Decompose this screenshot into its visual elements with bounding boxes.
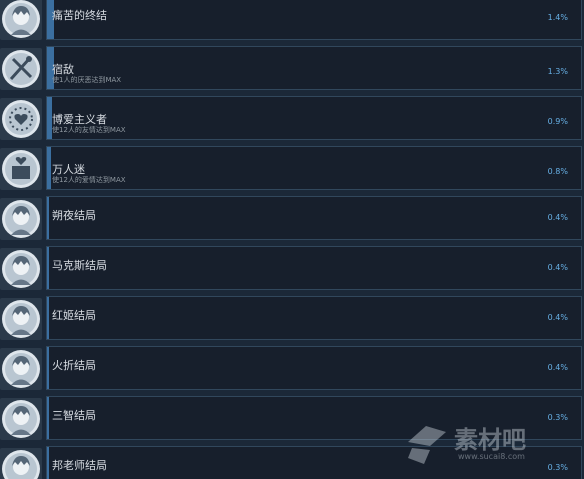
progress-bar: [47, 247, 50, 289]
achievement-card: 博爱主义者 使12人的友情达到MAX 0.9%: [46, 96, 582, 140]
anime-portrait-icon: [0, 0, 42, 40]
anime-portrait-icon: [0, 298, 42, 340]
achievement-percent: 0.4%: [547, 263, 568, 272]
achievement-percent: 0.4%: [547, 363, 568, 372]
achievement-percent: 0.3%: [547, 413, 568, 422]
anime-portrait-icon: [0, 198, 42, 240]
achievement-title: 痛苦的终结: [52, 9, 107, 22]
achievement-card: 万人迷 使12人的爱情达到MAX 0.8%: [46, 146, 582, 190]
achievement-title: 三智结局: [52, 409, 96, 422]
achievement-card: 三智结局 0.3%: [46, 396, 582, 440]
achievement-row: 火折结局 0.4%: [0, 346, 584, 396]
achievement-title: 火折结局: [52, 359, 96, 372]
achievement-card: 邦老师结局 0.3%: [46, 446, 582, 479]
achievement-row: 红姬结局 0.4%: [0, 296, 584, 346]
progress-bar: [47, 347, 50, 389]
achievement-title: 马克斯结局: [52, 259, 107, 272]
achievement-card: 朔夜结局 0.4%: [46, 196, 582, 240]
achievement-card: 红姬结局 0.4%: [46, 296, 582, 340]
achievement-title: 红姬结局: [52, 309, 96, 322]
achievement-card: 马克斯结局 0.4%: [46, 246, 582, 290]
achievement-card: 痛苦的终结 1.4%: [46, 0, 582, 40]
crossed-swords-icon: [0, 48, 42, 90]
anime-portrait-icon: [0, 248, 42, 290]
achievement-card: 火折结局 0.4%: [46, 346, 582, 390]
achievement-row: 三智结局 0.3%: [0, 396, 584, 446]
achievement-card: 宿敌 使1人的厌恶达到MAX 1.3%: [46, 46, 582, 90]
achievement-row: 朔夜结局 0.4%: [0, 196, 584, 246]
achievement-row: 痛苦的终结 1.4%: [0, 0, 584, 46]
progress-bar: [47, 147, 52, 189]
achievement-row: 宿敌 使1人的厌恶达到MAX 1.3%: [0, 46, 584, 96]
achievement-percent: 0.3%: [547, 463, 568, 472]
achievement-row: 马克斯结局 0.4%: [0, 246, 584, 296]
progress-bar: [47, 397, 49, 439]
achievement-description: 使1人的厌恶达到MAX: [52, 76, 122, 84]
achievement-percent: 0.8%: [547, 167, 568, 176]
achievement-description: 使12人的爱情达到MAX: [52, 176, 126, 184]
achievement-row: 博爱主义者 使12人的友情达到MAX 0.9%: [0, 96, 584, 146]
achievement-title: 邦老师结局: [52, 459, 107, 472]
achievement-percent: 0.4%: [547, 213, 568, 222]
progress-bar: [47, 197, 50, 239]
achievement-percent: 1.3%: [547, 67, 568, 76]
heart-gift-icon: [0, 148, 42, 190]
achievement-title: 朔夜结局: [52, 209, 96, 222]
anime-portrait-icon: [0, 398, 42, 440]
achievement-row: 万人迷 使12人的爱情达到MAX 0.8%: [0, 146, 584, 196]
achievement-row: 邦老师结局 0.3%: [0, 446, 584, 479]
progress-bar: [47, 447, 49, 479]
anime-portrait-icon: [0, 348, 42, 390]
achievement-percent: 1.4%: [547, 13, 568, 22]
achievement-description: 使12人的友情达到MAX: [52, 126, 126, 134]
anime-portrait-icon: [0, 448, 42, 479]
heart-ring-icon: [0, 98, 42, 140]
achievement-list: 痛苦的终结 1.4% 宿敌 使1人的厌恶达到MAX 1.3% 博爱主义者 使12人的友情达到…: [0, 0, 584, 479]
achievement-percent: 0.9%: [547, 117, 568, 126]
achievement-percent: 0.4%: [547, 313, 568, 322]
progress-bar: [47, 297, 50, 339]
